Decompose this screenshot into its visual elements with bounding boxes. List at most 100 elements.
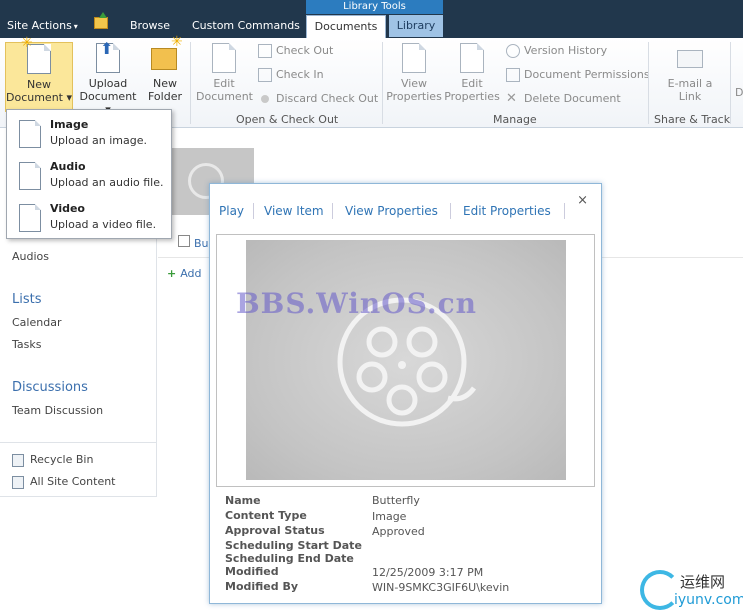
check-in-label: Check In xyxy=(276,68,324,81)
add-new-item-link[interactable]: + Add xyxy=(167,267,202,280)
edit-properties-icon xyxy=(456,42,488,74)
view-properties-label-2: Properties xyxy=(386,90,442,103)
close-icon[interactable]: × xyxy=(577,193,588,208)
edit-document-button[interactable]: Edit Document xyxy=(196,42,253,103)
group-label-share-track: Share & Track xyxy=(654,113,731,126)
new-folder-icon: ✳ xyxy=(149,35,183,74)
upload-document-icon: ⬆ xyxy=(92,41,124,74)
menu-item-audio[interactable]: Audio Upload an audio file. xyxy=(7,154,171,196)
meta-label-modified: Modified xyxy=(225,565,279,578)
view-properties-icon xyxy=(398,42,430,74)
upload-document-button[interactable]: ⬆ Upload Document ▾ xyxy=(77,41,139,117)
ribbon-separator xyxy=(190,42,191,124)
meta-value-name: Butterfly xyxy=(372,494,420,507)
top-navigation-bar: Site Actions ▾ Browse Custom Commands Lib… xyxy=(0,0,743,39)
version-history-icon xyxy=(506,44,520,58)
play-action[interactable]: Play xyxy=(219,204,244,218)
meta-value-approval-status: Approved xyxy=(372,525,425,538)
edit-properties-button[interactable]: Edit Properties xyxy=(444,42,500,103)
menu-item-title: Image xyxy=(50,118,89,131)
upload-document-label: Upload xyxy=(88,77,128,90)
menu-item-description: Upload an audio file. xyxy=(50,176,164,189)
version-history-label: Version History xyxy=(524,44,608,57)
cut-off-button-label[interactable]: D xyxy=(735,86,743,99)
document-permissions-label: Document Permissions xyxy=(524,68,650,81)
meta-label-end-date: Scheduling End Date xyxy=(225,552,354,565)
recycle-bin-label: Recycle Bin xyxy=(30,453,94,466)
action-separator xyxy=(450,203,451,219)
meta-value-modified: 12/25/2009 3:17 PM xyxy=(372,566,484,579)
email-link-button[interactable]: E-mail a Link xyxy=(664,42,716,103)
permissions-icon xyxy=(506,68,520,82)
ribbon-separator xyxy=(648,42,649,124)
watermark-text: BBS.WinOS.cn xyxy=(236,287,478,320)
check-out-label: Check Out xyxy=(276,44,334,57)
edit-document-label-2: Document xyxy=(196,90,253,103)
tab-documents[interactable]: Documents xyxy=(306,15,386,39)
nav-item-audios[interactable]: Audios xyxy=(12,250,49,263)
item-name-link[interactable]: Bu xyxy=(194,237,209,250)
library-tools-header: Library Tools xyxy=(306,0,443,14)
delete-document-label: Delete Document xyxy=(524,92,621,105)
view-item-action[interactable]: View Item xyxy=(264,204,324,218)
check-out-button[interactable]: Check Out xyxy=(258,43,333,59)
meta-label-content-type: Content Type xyxy=(225,509,307,522)
view-properties-action[interactable]: View Properties xyxy=(345,204,438,218)
new-document-button[interactable]: ✳ New Document ▾ xyxy=(5,36,73,112)
discard-icon xyxy=(261,95,269,103)
menu-item-image[interactable]: Image Upload an image. xyxy=(7,112,171,154)
site-logo: 运维网 iyunv.com xyxy=(640,568,743,615)
ribbon-separator xyxy=(382,42,383,124)
view-properties-label: View xyxy=(400,77,428,90)
edit-properties-action[interactable]: Edit Properties xyxy=(463,204,551,218)
nav-heading-discussions[interactable]: Discussions xyxy=(12,380,88,395)
check-in-icon xyxy=(258,68,272,82)
recycle-bin-icon xyxy=(12,453,24,467)
chevron-down-icon: ▾ xyxy=(73,22,78,31)
email-icon xyxy=(674,42,706,74)
discard-check-out-button[interactable]: Discard Check Out xyxy=(258,91,378,107)
film-reel-icon xyxy=(337,297,477,427)
site-content-icon xyxy=(12,475,24,489)
logo-chinese-text: 运维网 xyxy=(680,573,726,591)
delete-x-icon: ✕ xyxy=(506,91,517,106)
nav-item-tasks[interactable]: Tasks xyxy=(12,338,41,351)
item-checkbox[interactable] xyxy=(178,235,190,247)
menu-item-video[interactable]: Video Upload a video file. xyxy=(7,196,171,238)
media-preview[interactable] xyxy=(246,240,566,480)
discard-check-out-label: Discard Check Out xyxy=(276,92,379,105)
site-actions-label: Site Actions xyxy=(7,19,72,32)
document-permissions-button[interactable]: Document Permissions xyxy=(506,67,650,83)
version-history-button[interactable]: Version History xyxy=(506,43,607,59)
nav-item-recycle-bin[interactable]: Recycle Bin xyxy=(12,453,93,467)
nav-divider xyxy=(0,442,157,443)
new-document-icon: ✳ xyxy=(21,36,55,75)
delete-document-button[interactable]: ✕ Delete Document xyxy=(506,91,621,107)
check-out-icon xyxy=(258,44,272,58)
document-icon xyxy=(19,162,41,190)
nav-item-all-site-content[interactable]: All Site Content xyxy=(12,475,116,489)
meta-label-name: Name xyxy=(225,494,261,507)
nav-heading-lists[interactable]: Lists xyxy=(12,292,42,307)
media-preview-frame xyxy=(216,234,595,487)
nav-item-calendar[interactable]: Calendar xyxy=(12,316,61,329)
media-callout-popup: × Play View Item View Properties Edit Pr… xyxy=(209,183,602,604)
add-link-label: Add xyxy=(180,267,202,280)
tab-custom-commands[interactable]: Custom Commands xyxy=(192,19,300,32)
new-document-label: New xyxy=(27,78,51,91)
nav-item-team-discussion[interactable]: Team Discussion xyxy=(12,404,103,417)
plus-icon: + xyxy=(167,267,177,280)
check-in-button[interactable]: Check In xyxy=(258,67,324,83)
email-link-label: E-mail a xyxy=(667,77,713,90)
ribbon-separator xyxy=(730,42,731,124)
tab-browse[interactable]: Browse xyxy=(130,19,170,32)
tab-library[interactable]: Library xyxy=(389,15,443,37)
site-actions-menu[interactable]: Site Actions ▾ xyxy=(7,19,78,32)
new-folder-button[interactable]: ✳ New Folder xyxy=(144,35,186,103)
edit-properties-label: Edit xyxy=(461,77,483,90)
group-label-manage: Manage xyxy=(493,113,537,126)
meta-label-modified-by: Modified By xyxy=(225,580,299,593)
action-separator xyxy=(564,203,565,219)
view-properties-button[interactable]: View Properties xyxy=(386,42,442,103)
navigate-up-icon[interactable] xyxy=(94,12,108,29)
